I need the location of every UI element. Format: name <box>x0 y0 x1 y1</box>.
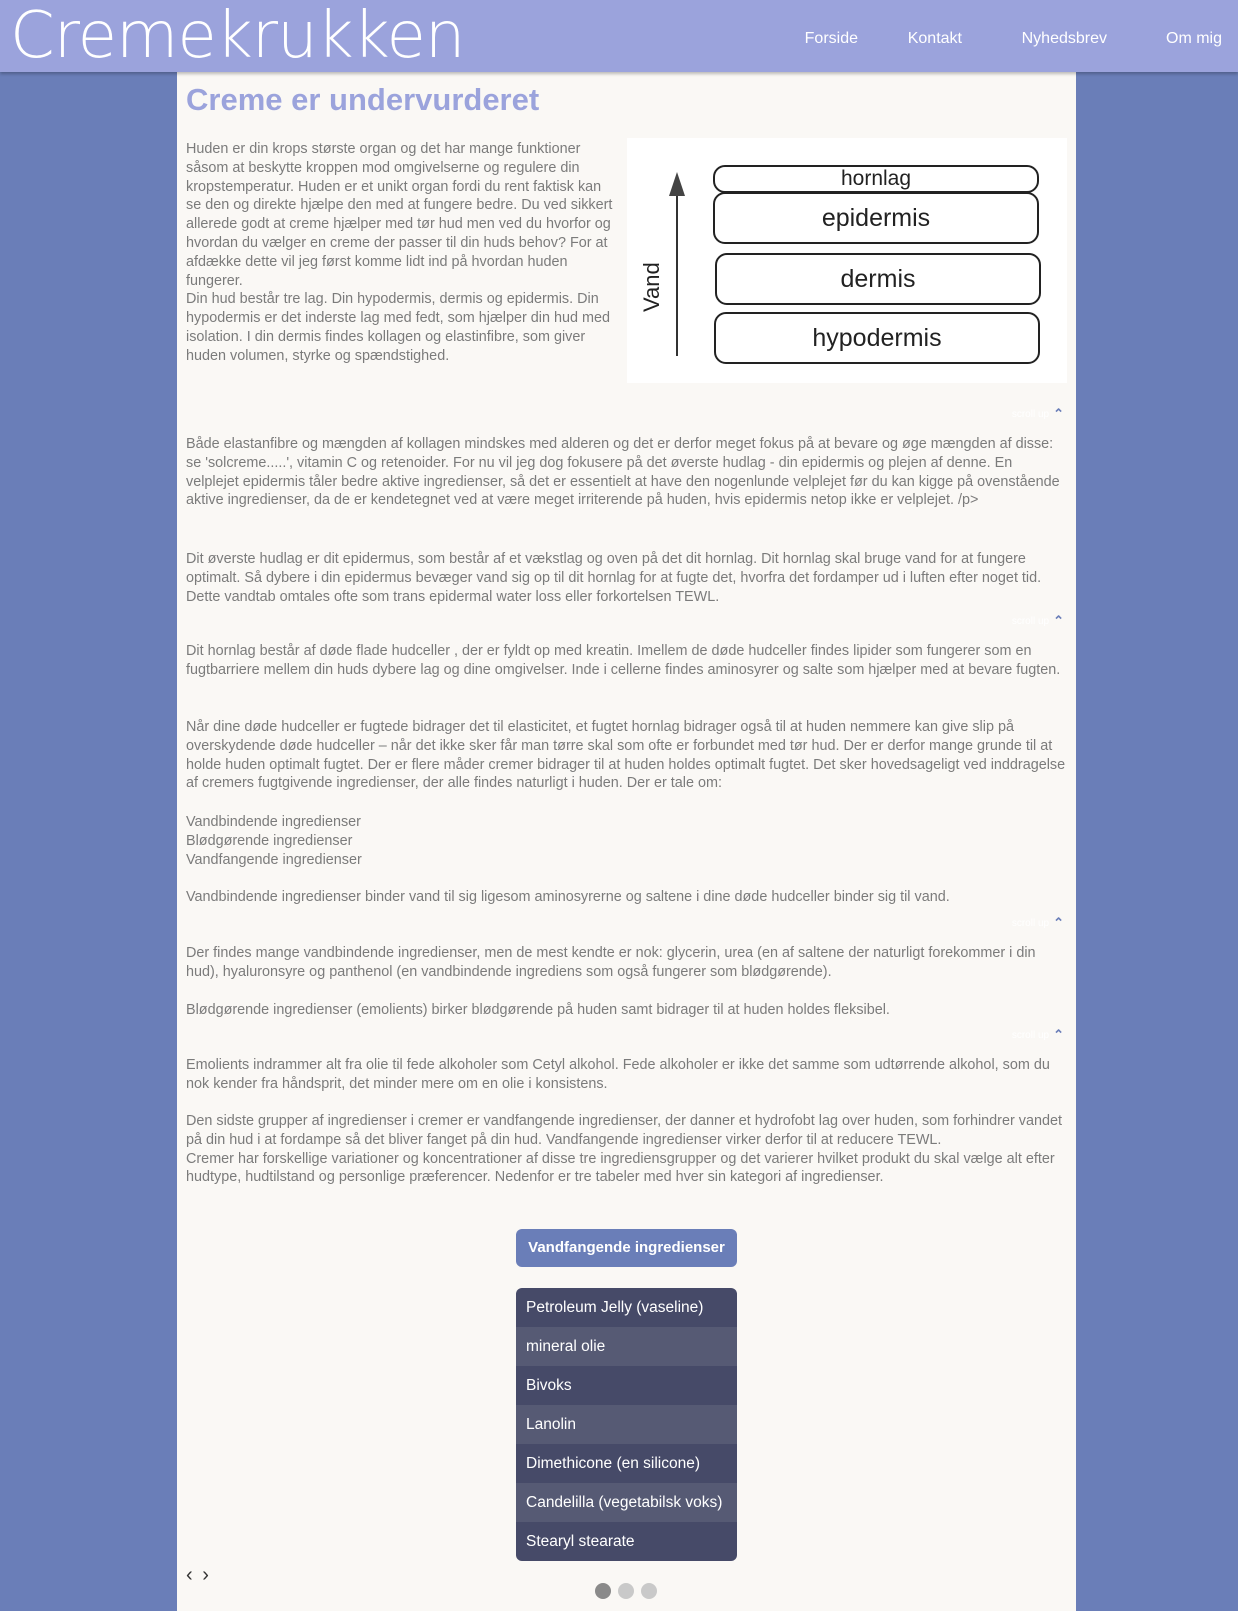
layer-hornlag: hornlag <box>713 165 1039 193</box>
nav-nyhedsbrev[interactable]: Nyhedsbrev <box>1022 30 1107 48</box>
scroll-up-link[interactable]: scroll up ⌃ <box>1012 613 1064 629</box>
diagram-axis-label: Vand <box>639 262 664 312</box>
page-title: Creme er undervurderet <box>186 82 540 117</box>
ingredient-type-list: Vandbindende ingredienser Blødgørende in… <box>186 813 1066 869</box>
paragraph-9: Den sidste grupper af ingredienser i cre… <box>186 1113 1062 1186</box>
list-item: Petroleum Jelly (vaseline) <box>516 1288 737 1327</box>
nav-forside[interactable]: Forside <box>805 30 858 48</box>
arrow-shaft <box>676 196 678 356</box>
list-item: Vandfangende ingredienser <box>186 851 362 868</box>
arrow-up-icon <box>669 172 685 196</box>
paragraph-8: Emolients indrammer alt fra olie til fed… <box>186 1057 1050 1092</box>
scroll-up-link[interactable]: scroll up ⌃ <box>1012 406 1064 422</box>
paragraph-3: Dit hornlag består af døde flade hudcell… <box>186 643 1061 678</box>
paragraph-1: Både elastanfibre og mængden af kollagen… <box>186 436 1060 509</box>
paragraph-6: Der findes mange vandbindende ingrediens… <box>186 945 1036 980</box>
scroll-up-link[interactable]: scroll up ⌃ <box>1012 915 1064 931</box>
list-item: Bivoks <box>516 1366 737 1405</box>
paragraph-4: Når dine døde hudceller er fugtede bidra… <box>186 719 1066 792</box>
chevron-up-icon: ⌃ <box>1053 613 1064 628</box>
scroll-up-label: scroll up <box>1011 615 1050 627</box>
carousel-pagination <box>595 1583 657 1599</box>
scroll-up-label: scroll up <box>1011 408 1050 420</box>
list-item: Lanolin <box>516 1405 737 1444</box>
chevron-up-icon: ⌃ <box>1053 1027 1064 1042</box>
nav-om-mig[interactable]: Om mig <box>1166 30 1222 48</box>
carousel-dot-1[interactable] <box>595 1583 611 1599</box>
list-item: Vandbindende ingredienser <box>186 814 361 830</box>
list-item: mineral olie <box>516 1327 737 1366</box>
scroll-up-label: scroll up <box>1011 917 1050 929</box>
site-header: Cremekrukken Forside Kontakt Nyhedsbrev … <box>0 0 1238 74</box>
paragraph-5: Vandbindende ingredienser binder vand ti… <box>186 889 950 905</box>
ingredient-list: Petroleum Jelly (vaseline) mineral olie … <box>516 1288 737 1561</box>
scroll-up-label: scroll up <box>1011 1029 1050 1041</box>
carousel-category-button[interactable]: Vandfangende ingredienser <box>516 1229 737 1267</box>
chevron-up-icon: ⌃ <box>1053 915 1064 930</box>
scroll-up-link[interactable]: scroll up ⌃ <box>1012 1027 1064 1043</box>
carousel-dot-2[interactable] <box>618 1583 634 1599</box>
intro-paragraph: Huden er din krops største organ og det … <box>186 141 613 364</box>
list-item: Stearyl stearate <box>516 1522 737 1561</box>
nav-kontakt[interactable]: Kontakt <box>908 30 962 48</box>
list-item: Candelilla (vegetabilsk voks) <box>516 1483 737 1522</box>
paragraph-7: Blødgørende ingredienser (emolients) bir… <box>186 1002 890 1018</box>
site-logo[interactable]: Cremekrukken <box>10 0 465 74</box>
list-item: Blødgørende ingredienser <box>186 832 353 849</box>
list-item: Dimethicone (en silicone) <box>516 1444 737 1483</box>
paragraph-2: Dit øverste hudlag er dit epidermus, som… <box>186 551 1042 605</box>
layer-dermis: dermis <box>715 253 1041 305</box>
layer-epidermis: epidermis <box>713 192 1039 244</box>
chevron-up-icon: ⌃ <box>1053 406 1064 421</box>
article-container: Creme er undervurderet Huden er din krop… <box>177 72 1076 1611</box>
carousel-arrows[interactable]: ‹ › <box>186 1564 211 1587</box>
carousel-dot-3[interactable] <box>641 1583 657 1599</box>
layer-hypodermis: hypodermis <box>714 312 1040 364</box>
skin-layers-diagram: Vand hornlag epidermis dermis hypodermis <box>627 138 1067 383</box>
